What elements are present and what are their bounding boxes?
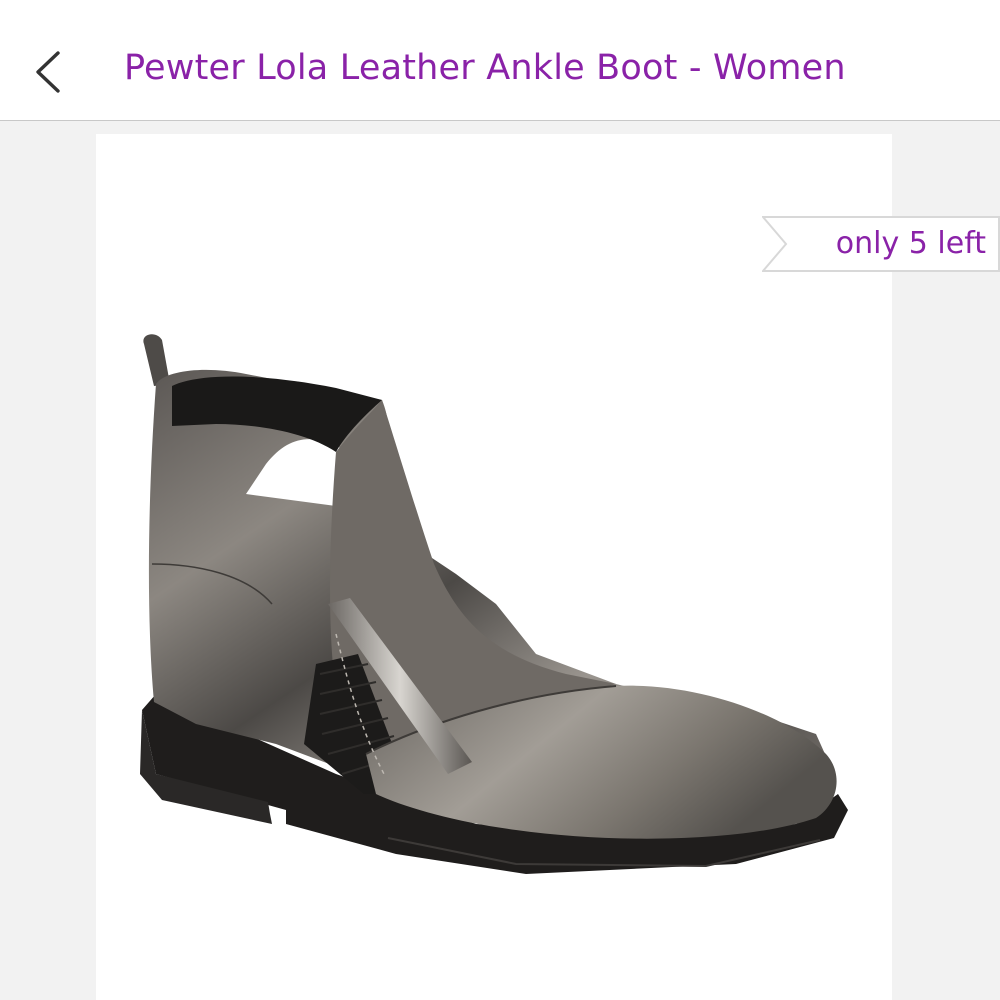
stock-badge: only 5 left bbox=[762, 216, 1000, 272]
chevron-left-icon bbox=[36, 51, 60, 93]
stock-badge-label: only 5 left bbox=[835, 226, 986, 261]
page-title: Pewter Lola Leather Ankle Boot - Women bbox=[124, 48, 846, 88]
back-button[interactable] bbox=[22, 40, 74, 100]
top-bar: Pewter Lola Leather Ankle Boot - Women bbox=[0, 0, 1000, 121]
